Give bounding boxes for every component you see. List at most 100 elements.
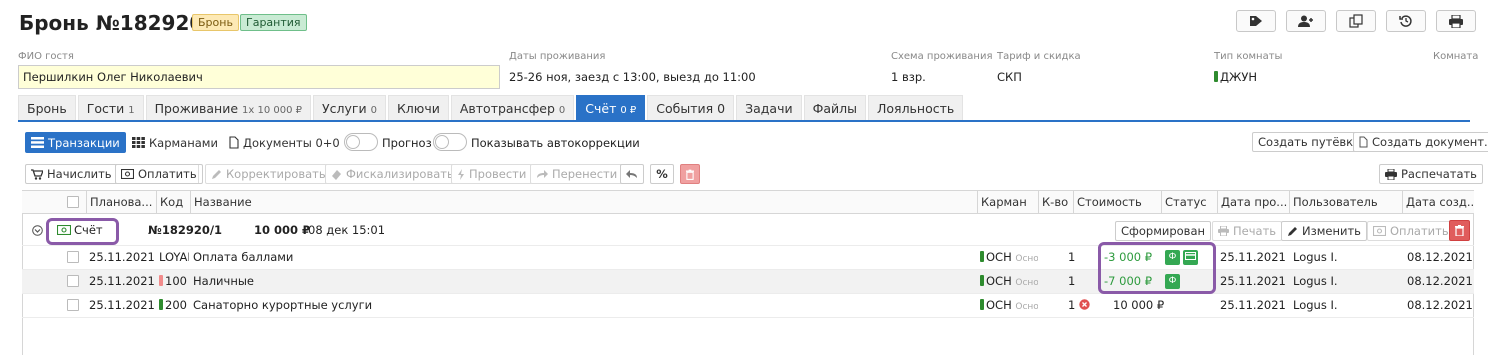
row-code: 100: [159, 270, 189, 293]
invoice-delete-button[interactable]: [1449, 220, 1470, 241]
col-cost[interactable]: Стоимость: [1073, 191, 1161, 213]
guest-name-field[interactable]: Першилкин Олег Николаевич: [18, 65, 500, 89]
create-voucher-button[interactable]: Создать путёвки: [1252, 132, 1367, 152]
autocorrections-label: Показывать автокоррекции: [471, 136, 640, 150]
row-checkbox[interactable]: [67, 251, 79, 263]
print-report-button[interactable]: Распечатать: [1379, 164, 1483, 184]
row-qty: 1: [1068, 250, 1076, 264]
charge-button[interactable]: Начислить: [25, 164, 118, 184]
row-planned: 25.11.2021: [89, 274, 155, 288]
invoice-pay-button[interactable]: Оплатить: [1367, 221, 1455, 241]
col-date-posted[interactable]: Дата про...: [1217, 191, 1289, 213]
forecast-label: Прогноз: [382, 136, 432, 150]
add-user-button[interactable]: [1286, 10, 1326, 32]
create-document-button[interactable]: Создать документ...: [1353, 132, 1488, 152]
pay-button[interactable]: Оплатить: [115, 164, 203, 184]
tag-button[interactable]: [1236, 10, 1276, 32]
percent-button[interactable]: %: [650, 164, 674, 184]
tag-icon: [1250, 16, 1262, 26]
row-date-posted: 25.11.2021: [1220, 250, 1286, 264]
pockets-view-button[interactable]: Карманами: [127, 132, 223, 153]
room-type-value[interactable]: ДЖУН: [1214, 70, 1257, 84]
eraser-icon: [332, 169, 341, 180]
pocket-marker: [980, 299, 984, 310]
print-button[interactable]: [1436, 10, 1476, 32]
tab-guests[interactable]: Гости 1: [77, 95, 144, 121]
col-user[interactable]: Пользователь: [1289, 191, 1402, 213]
room-type-marker: [1214, 71, 1218, 82]
select-all-checkbox[interactable]: [67, 196, 79, 208]
row-checkbox[interactable]: [67, 275, 79, 287]
row-date-created: 08.12.2021: [1407, 274, 1473, 288]
col-name[interactable]: Название: [190, 191, 976, 213]
tariff-value[interactable]: СКП: [997, 70, 1022, 84]
row-planned: 25.11.2021: [89, 250, 155, 264]
tab-loyalty[interactable]: Лояльность: [868, 95, 964, 121]
invoice-print-button[interactable]: Печать: [1212, 221, 1283, 241]
row-pocket: ОСН Осно: [980, 270, 1038, 293]
pocket-marker: [980, 275, 984, 286]
col-status[interactable]: Статус: [1161, 191, 1217, 213]
row-user: Logus I.: [1293, 250, 1338, 264]
col-pocket[interactable]: Карман: [977, 191, 1038, 213]
room-label: Комната: [1433, 51, 1479, 62]
trash-icon: [1455, 225, 1464, 236]
history-button[interactable]: [1386, 10, 1426, 32]
room-type-label: Тип комнаты: [1214, 51, 1283, 62]
cash-icon: [1373, 226, 1386, 236]
correct-button[interactable]: Корректировать: [205, 164, 332, 184]
tab-booking[interactable]: Бронь: [18, 95, 76, 121]
tab-underline: [18, 120, 1470, 122]
undo-button[interactable]: [620, 164, 644, 184]
row-code: 200: [159, 294, 189, 317]
autocorrections-toggle[interactable]: [433, 133, 467, 151]
col-planned[interactable]: Планова...: [86, 191, 156, 213]
transfer-button[interactable]: Перенести: [530, 164, 624, 184]
invoice-edit-button[interactable]: Изменить: [1281, 221, 1367, 241]
toggle-knob: [435, 135, 449, 149]
tab-tasks[interactable]: Задачи: [736, 95, 802, 121]
tab-files[interactable]: Файлы: [803, 95, 866, 121]
fiscalize-button[interactable]: Фискализировать: [325, 164, 460, 184]
tab-bar: Бронь Гости 1 Проживание 1x 10 000 ₽ Усл…: [18, 95, 965, 121]
cart-icon: [31, 168, 43, 180]
row-user: Logus I.: [1293, 274, 1338, 288]
guarantee-badge: Гарантия: [240, 14, 307, 31]
collapse-icon[interactable]: [32, 225, 43, 236]
transactions-view-button[interactable]: Транзакции: [25, 132, 126, 153]
trash-icon: [686, 169, 694, 180]
invoice-number: №182920/1: [148, 223, 223, 237]
print-icon: [1385, 168, 1397, 180]
scheme-value[interactable]: 1 взр.: [891, 70, 926, 84]
col-qty[interactable]: К-во: [1038, 191, 1073, 213]
cost-highlight: [1098, 242, 1216, 294]
tab-transfer[interactable]: Автотрансфер 0: [450, 95, 575, 121]
col-date-created[interactable]: Дата созд...: [1402, 191, 1474, 213]
dates-value[interactable]: 25-26 ноя, заезд с 13:00, выезд до 11:00: [509, 70, 756, 84]
row-checkbox[interactable]: [67, 299, 79, 311]
col-code[interactable]: Код: [156, 191, 190, 213]
forecast-toggle[interactable]: [344, 133, 378, 151]
pocket-marker: [980, 251, 984, 262]
invoice-group-row: Счёт №182920/1 10 000 ₽ 08 дек 15:01 Сфо…: [22, 216, 1474, 246]
tab-keys[interactable]: Ключи: [387, 95, 449, 121]
invoice-formed-button[interactable]: Сформирован: [1115, 221, 1212, 241]
toggle-knob: [346, 135, 360, 149]
post-button[interactable]: Провести: [451, 164, 533, 184]
row-date-posted: 25.11.2021: [1220, 298, 1286, 312]
arrow-forward-icon: [537, 170, 548, 178]
row-code: LOYAL: [159, 250, 189, 264]
copy-button[interactable]: [1336, 10, 1376, 32]
documents-view-button[interactable]: Документы 0+0: [224, 132, 345, 153]
delete-disabled-button[interactable]: [680, 164, 700, 184]
table-row[interactable]: 25.11.2021 LOYAL Оплата баллами ОСН Осно…: [22, 246, 1474, 270]
tab-stay[interactable]: Проживание 1x 10 000 ₽: [145, 95, 311, 121]
history-icon: [1399, 15, 1412, 27]
tab-invoice[interactable]: Счёт 0 ₽: [576, 95, 646, 121]
tab-events[interactable]: События 0: [647, 95, 735, 121]
tab-services[interactable]: Услуги 0: [313, 95, 386, 121]
table-row[interactable]: 25.11.2021 100 Наличные ОСН Осно 1 -7 00…: [22, 270, 1474, 294]
row-pocket: ОСН Осно: [980, 246, 1038, 269]
tariff-label: Тариф и скидка: [997, 51, 1081, 62]
table-row[interactable]: 25.11.2021 200 Санаторно курортные услуг…: [22, 294, 1474, 318]
